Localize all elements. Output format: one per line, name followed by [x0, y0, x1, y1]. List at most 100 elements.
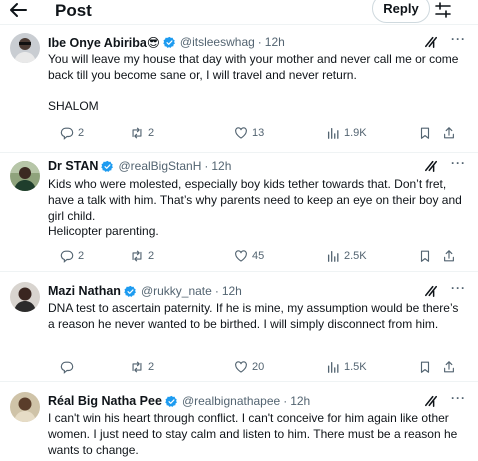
bookmark-icon [420, 250, 430, 262]
bookmark-action[interactable] [418, 125, 432, 141]
post-header: Post Reply [0, 0, 478, 23]
share-icon [444, 361, 454, 373]
views-action[interactable]: 1.5K [326, 359, 367, 375]
post-author-row: Ibe Onye Abiriba😎 @itsleeswhag · 12h ··· [48, 32, 466, 51]
page-title: Post [55, 1, 92, 20]
separator-dot: · [283, 394, 288, 408]
post-text: DNA test to ascertain paternity. If he i… [48, 301, 459, 331]
reply-post[interactable]: Dr STAN @realBigStanH · 12h ··· Kids who… [0, 152, 478, 271]
avatar[interactable] [10, 282, 40, 312]
repost-icon [132, 361, 142, 373]
verified-badge-icon [124, 285, 136, 297]
like-count: 13 [252, 127, 265, 139]
repost-action[interactable]: 2 [130, 125, 154, 141]
more-icon[interactable]: ··· [451, 156, 466, 170]
repost-count: 2 [148, 361, 155, 373]
grok-icon[interactable] [424, 394, 438, 408]
more-icon[interactable]: ··· [451, 391, 466, 405]
like-count: 20 [252, 361, 265, 373]
reply-action[interactable]: 2 [60, 125, 84, 141]
avatar[interactable] [10, 33, 40, 63]
heart-icon [235, 127, 247, 139]
repost-icon [132, 127, 142, 139]
heart-icon [235, 250, 247, 262]
post-time[interactable]: 12h [211, 159, 231, 173]
post-author-row: Dr STAN @realBigStanH · 12h ··· [48, 156, 466, 175]
more-icon[interactable]: ··· [451, 281, 466, 295]
arrow-left-icon [10, 3, 27, 17]
repost-icon [132, 250, 142, 262]
reply-icon [60, 127, 74, 140]
bookmark-icon [420, 127, 430, 139]
author-handle[interactable]: @itsleeswhag [180, 35, 255, 49]
post-text: You will leave my house that day with yo… [48, 52, 459, 114]
share-action[interactable] [442, 248, 456, 264]
share-action[interactable] [442, 359, 456, 375]
post-text: Kids who were molested, especially boy k… [48, 177, 462, 239]
like-action[interactable]: 13 [234, 125, 264, 141]
author-handle[interactable]: @realbignathapee [182, 394, 280, 408]
reply-post[interactable]: Réal Big Natha Pee @realbignathapee · 12… [0, 381, 478, 461]
views-action[interactable]: 1.9K [326, 125, 367, 141]
action-bar: 2 2 13 1.9K [48, 125, 468, 141]
reply-post[interactable]: Ibe Onye Abiriba😎 @itsleeswhag · 12h ···… [0, 24, 478, 152]
grok-icon[interactable] [424, 35, 438, 49]
separator-dot: · [214, 284, 219, 298]
bookmark-action[interactable] [418, 359, 432, 375]
grok-icon[interactable] [424, 159, 438, 173]
views-icon [327, 361, 339, 373]
bookmark-icon [420, 361, 430, 373]
share-action[interactable] [442, 125, 456, 141]
post-text: I can't win his heart through conflict. … [48, 411, 458, 457]
share-icon [444, 127, 454, 139]
reply-count: 2 [78, 127, 85, 139]
like-action[interactable]: 45 [234, 248, 264, 264]
bookmark-action[interactable] [418, 248, 432, 264]
repost-count: 2 [148, 127, 155, 139]
repost-action[interactable]: 2 [130, 359, 154, 375]
avatar[interactable] [10, 392, 40, 422]
grok-icon[interactable] [424, 284, 438, 298]
reply-icon [60, 361, 74, 374]
action-bar: 2 20 1.5K [48, 359, 468, 375]
repost-action[interactable]: 2 [130, 248, 154, 264]
heart-icon [235, 361, 247, 373]
post-time[interactable]: 12h [265, 35, 285, 49]
action-bar: 2 2 45 2.5K [48, 248, 468, 264]
view-count: 2.5K [344, 250, 367, 262]
more-icon[interactable]: ··· [451, 32, 466, 46]
like-count: 45 [252, 250, 265, 262]
views-action[interactable]: 2.5K [326, 248, 367, 264]
post-time[interactable]: 12h [290, 394, 310, 408]
reply-icon [60, 250, 74, 263]
verified-badge-icon [165, 395, 177, 407]
reply-count: 2 [78, 250, 85, 262]
author-handle[interactable]: @realBigStanH [118, 159, 201, 173]
author-name[interactable]: Dr STAN [48, 159, 98, 173]
author-name[interactable]: Mazi Nathan [48, 284, 121, 298]
avatar[interactable] [10, 161, 40, 191]
post-author-row: Réal Big Natha Pee @realbignathapee · 12… [48, 391, 466, 410]
sliders-icon[interactable] [434, 1, 452, 19]
reply-post[interactable]: Mazi Nathan @rukky_nate · 12h ··· DNA te… [0, 271, 478, 381]
views-icon [327, 250, 339, 262]
separator-dot: · [257, 35, 262, 49]
author-name[interactable]: Ibe Onye Abiriba😎 [48, 35, 160, 50]
like-action[interactable]: 20 [234, 359, 264, 375]
back-button[interactable] [8, 1, 28, 19]
reply-action[interactable] [60, 359, 78, 375]
post-time[interactable]: 12h [222, 284, 242, 298]
author-handle[interactable]: @rukky_nate [141, 284, 212, 298]
view-count: 1.5K [344, 361, 367, 373]
separator-dot: · [204, 159, 209, 173]
views-icon [327, 127, 339, 139]
reply-action[interactable]: 2 [60, 248, 84, 264]
author-name[interactable]: Réal Big Natha Pee [48, 394, 162, 408]
reply-button[interactable]: Reply [372, 0, 430, 23]
share-icon [444, 250, 454, 262]
verified-badge-icon [101, 160, 114, 172]
view-count: 1.9K [344, 127, 367, 139]
repost-count: 2 [148, 250, 155, 262]
post-author-row: Mazi Nathan @rukky_nate · 12h ··· [48, 281, 466, 300]
verified-badge-icon [163, 36, 175, 48]
